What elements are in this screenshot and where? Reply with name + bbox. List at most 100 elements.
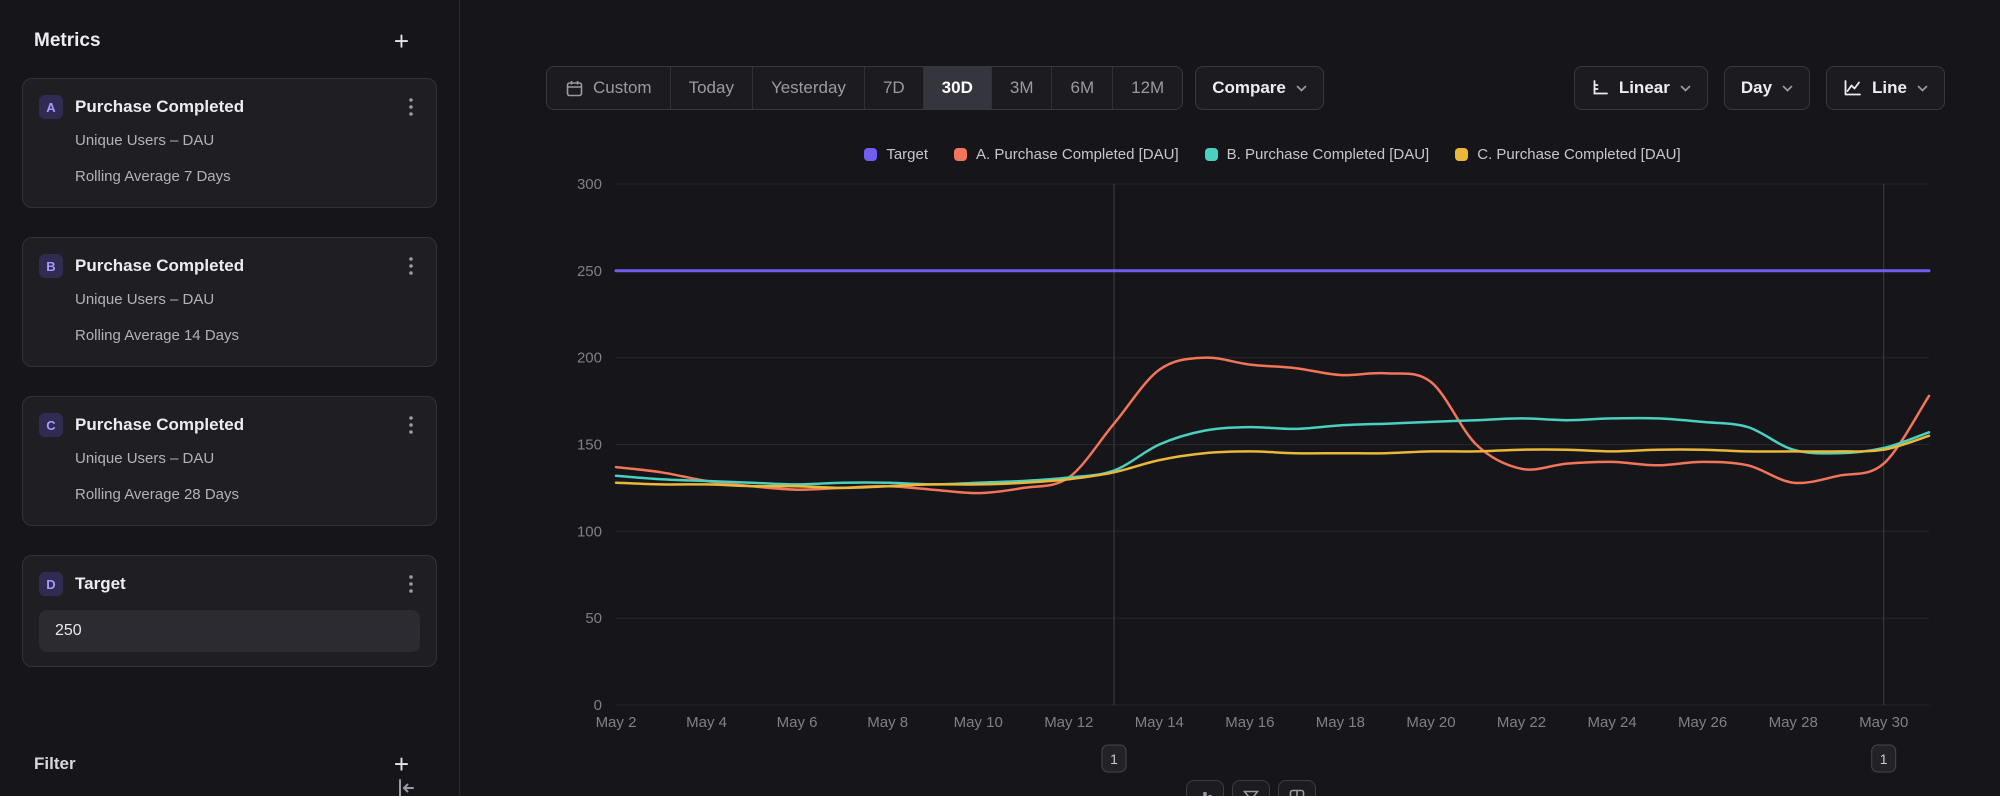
svg-text:May 28: May 28: [1769, 714, 1818, 731]
kebab-menu-icon[interactable]: [402, 256, 420, 276]
bottom-chart-nav: [1171, 780, 1331, 796]
svg-text:May 30: May 30: [1859, 714, 1908, 731]
date-range-segmented-control: Custom Today Yesterday 7D 30D 3M 6M 12M: [546, 66, 1183, 110]
chart-svg[interactable]: 0 50 100 150 200 250 300 May 2 May 4 May 6 May 8 Ma…: [555, 170, 1955, 784]
svg-text:150: 150: [577, 437, 602, 454]
chart-type-label: Line: [1872, 78, 1907, 98]
svg-text:50: 50: [585, 610, 602, 627]
legend-label: B. Purchase Completed [DAU]: [1227, 146, 1430, 163]
scale-selector-button[interactable]: Linear: [1574, 66, 1708, 110]
linear-scale-icon: [1591, 79, 1609, 97]
grid-icon: [1289, 789, 1305, 796]
svg-text:250: 250: [577, 263, 602, 280]
kebab-menu-icon[interactable]: [402, 97, 420, 117]
metrics-sidebar: Metrics + A Purchase Completed Unique Us…: [0, 0, 460, 796]
svg-text:May 2: May 2: [596, 714, 637, 731]
metric-card-b[interactable]: B Purchase Completed Unique Users – DAU …: [22, 237, 437, 367]
metric-card-b-title-row: B Purchase Completed: [39, 252, 420, 280]
range-6m-button[interactable]: 6M: [1052, 67, 1113, 109]
chevron-down-icon: [1917, 85, 1928, 92]
range-custom-label: Custom: [593, 78, 652, 98]
svg-text:300: 300: [577, 176, 602, 193]
legend-label: A. Purchase Completed [DAU]: [976, 146, 1179, 163]
chart-panel: Custom Today Yesterday 7D 30D 3M 6M 12M …: [461, 0, 2000, 796]
svg-text:May 18: May 18: [1316, 714, 1365, 731]
metric-card-c[interactable]: C Purchase Completed Unique Users – DAU …: [22, 396, 437, 526]
legend-item-c[interactable]: C. Purchase Completed [DAU]: [1455, 146, 1680, 163]
legend-label: Target: [886, 146, 928, 163]
metric-card-a[interactable]: A Purchase Completed Unique Users – DAU …: [22, 78, 437, 208]
range-yesterday-button[interactable]: Yesterday: [753, 67, 865, 109]
legend-label: C. Purchase Completed [DAU]: [1477, 146, 1680, 163]
metric-card-c-event[interactable]: Unique Users – DAU: [75, 443, 420, 475]
collapse-sidebar-icon[interactable]: [395, 777, 417, 796]
chart-type-selector-button[interactable]: Line: [1826, 66, 1945, 110]
range-today-button[interactable]: Today: [671, 67, 753, 109]
chevron-down-icon: [1296, 85, 1307, 92]
target-card[interactable]: D Target: [22, 555, 437, 667]
legend-swatch-a: [954, 148, 967, 161]
metric-card-b-event[interactable]: Unique Users – DAU: [75, 284, 420, 316]
funnel-icon: [1243, 789, 1259, 796]
range-30d-button[interactable]: 30D: [924, 67, 992, 109]
svg-text:May 24: May 24: [1587, 714, 1636, 731]
line-chart-icon: [1843, 79, 1862, 97]
scale-label: Linear: [1619, 78, 1670, 98]
metrics-title: Metrics: [34, 30, 101, 52]
series-line-1[interactable]: [616, 358, 1929, 494]
add-filter-button[interactable]: +: [394, 754, 409, 774]
svg-text:200: 200: [577, 350, 602, 367]
svg-text:100: 100: [577, 523, 602, 540]
chart-legend: Target A. Purchase Completed [DAU] B. Pu…: [616, 146, 1929, 163]
kebab-menu-icon[interactable]: [402, 574, 420, 594]
svg-text:May 26: May 26: [1678, 714, 1727, 731]
metric-card-a-title: Purchase Completed: [75, 97, 402, 117]
metric-card-b-title: Purchase Completed: [75, 256, 402, 276]
range-3m-button[interactable]: 3M: [992, 67, 1053, 109]
target-badge-d: D: [39, 572, 63, 596]
range-custom-button[interactable]: Custom: [547, 67, 671, 109]
compare-label: Compare: [1212, 78, 1286, 98]
legend-swatch-c: [1455, 148, 1468, 161]
target-card-title-row: D Target: [39, 570, 420, 598]
legend-item-a[interactable]: A. Purchase Completed [DAU]: [954, 146, 1179, 163]
metric-card-a-rolling[interactable]: Rolling Average 7 Days: [75, 161, 420, 193]
metric-card-c-rolling[interactable]: Rolling Average 28 Days: [75, 479, 420, 511]
legend-item-b[interactable]: B. Purchase Completed [DAU]: [1205, 146, 1430, 163]
sidebar-header: Metrics +: [0, 0, 459, 78]
metric-card-c-title: Purchase Completed: [75, 415, 402, 435]
svg-text:1: 1: [1110, 751, 1118, 767]
svg-text:May 20: May 20: [1406, 714, 1455, 731]
compare-button[interactable]: Compare: [1195, 66, 1324, 110]
nav-insights-button[interactable]: [1186, 780, 1224, 796]
nav-retention-button[interactable]: [1278, 780, 1316, 796]
svg-text:0: 0: [594, 697, 602, 714]
metric-badge-c: C: [39, 413, 63, 437]
kebab-menu-icon[interactable]: [402, 415, 420, 435]
bar-chart-icon: [1197, 789, 1213, 796]
svg-text:1: 1: [1880, 751, 1888, 767]
svg-text:May 4: May 4: [686, 714, 727, 731]
chart-toolbar: Custom Today Yesterday 7D 30D 3M 6M 12M …: [546, 66, 1945, 110]
filter-section-header: Filter +: [0, 696, 459, 774]
metric-card-a-event[interactable]: Unique Users – DAU: [75, 125, 420, 157]
legend-item-target[interactable]: Target: [864, 146, 928, 163]
line-chart[interactable]: 0 50 100 150 200 250 300 May 2 May 4 May 6 May 8 Ma…: [555, 170, 1955, 784]
metric-badge-a: A: [39, 95, 63, 119]
calendar-icon: [565, 79, 584, 98]
svg-text:May 16: May 16: [1225, 714, 1274, 731]
svg-text:May 6: May 6: [777, 714, 818, 731]
interval-selector-button[interactable]: Day: [1724, 66, 1810, 110]
target-value-input[interactable]: [39, 610, 420, 652]
svg-text:May 22: May 22: [1497, 714, 1546, 731]
add-metric-button[interactable]: +: [394, 31, 409, 51]
svg-text:May 8: May 8: [867, 714, 908, 731]
range-12m-button[interactable]: 12M: [1113, 67, 1182, 109]
metric-card-b-rolling[interactable]: Rolling Average 14 Days: [75, 320, 420, 352]
svg-text:May 10: May 10: [954, 714, 1003, 731]
range-7d-button[interactable]: 7D: [865, 67, 924, 109]
svg-text:May 14: May 14: [1135, 714, 1184, 731]
chevron-down-icon: [1782, 85, 1793, 92]
nav-funnel-button[interactable]: [1232, 780, 1270, 796]
legend-swatch-b: [1205, 148, 1218, 161]
